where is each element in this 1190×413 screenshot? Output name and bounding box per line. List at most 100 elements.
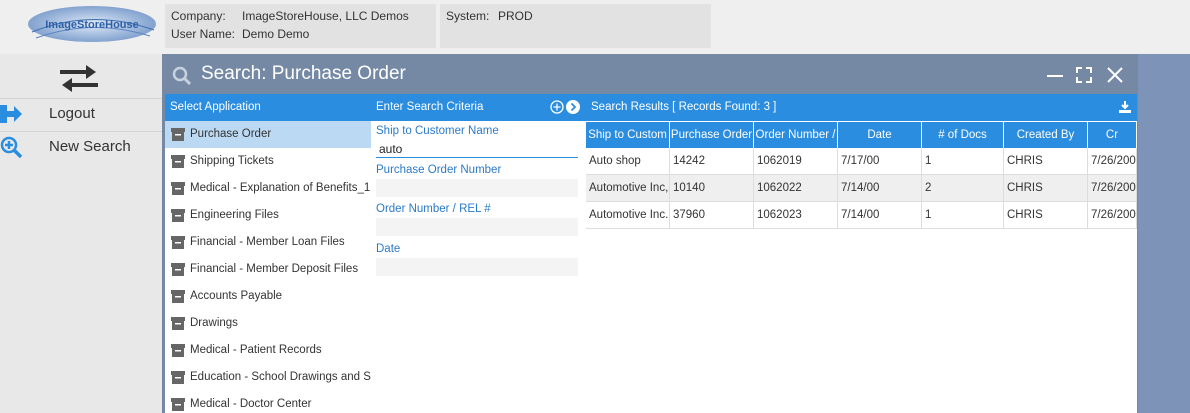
results-table-cell[interactable]: Automotive Inc. [586,202,670,229]
results-table-cell[interactable]: CHRIS [1004,175,1088,202]
results-table-cell[interactable]: CHRIS [1004,148,1088,175]
search-results-header: Search Results [ Records Found: 3 ] [586,94,1137,121]
system-value: PROD [498,9,533,23]
results-table-cell[interactable]: 10140 [670,175,754,202]
search-icon [172,66,192,86]
archive-box-icon [171,209,185,222]
application-list-item[interactable]: Shipping Tickets [165,148,371,175]
application-list-item[interactable]: Accounts Payable [165,283,371,310]
application-list-item[interactable]: Medical - Doctor Center [165,391,371,413]
purchase-order-number-input[interactable] [376,179,578,197]
search-results-panel: Search Results [ Records Found: 3 ] Ship… [586,94,1137,413]
archive-box-icon [171,398,185,411]
results-table-cell[interactable]: 1 [922,148,1004,175]
archive-box-icon [171,128,185,141]
purchase-order-number-label: Purchase Order Number [376,164,502,176]
results-table-cell[interactable]: 14242 [670,148,754,175]
results-table-cell[interactable]: 1 [922,202,1004,229]
archive-box-icon [171,236,185,249]
application-list-item[interactable]: Financial - Member Deposit Files [165,256,371,283]
application-name: Drawings [190,317,238,329]
archive-box-icon [171,182,185,195]
company-value: ImageStoreHouse, LLC Demos [242,9,409,23]
results-table-cell[interactable]: Automotive Inc, [586,175,670,202]
results-table-cell[interactable]: 2 [922,175,1004,202]
archive-box-icon [171,290,185,303]
archive-box-icon [171,317,185,330]
results-column-header[interactable]: Order Number / [754,122,838,148]
results-table-cell[interactable]: 37960 [670,202,754,229]
archive-box-icon [171,263,185,276]
results-column-header[interactable]: Date [838,122,922,148]
search-criteria-title: Enter Search Criteria [376,101,484,113]
results-column-header[interactable]: Purchase Order [670,122,754,148]
background-strip [1138,54,1190,413]
application-name: Shipping Tickets [190,155,274,167]
results-table-cell[interactable]: 7/14/00 [838,175,922,202]
run-search-icon[interactable] [566,100,580,117]
download-icon[interactable] [1118,100,1132,117]
results-table-cell[interactable]: 7/26/2000 [1088,148,1137,175]
date-input[interactable] [376,258,578,276]
results-table-cell[interactable]: 7/26/2000 [1088,202,1137,229]
results-table-cell[interactable]: 7/14/00 [838,202,922,229]
close-icon[interactable] [1104,64,1126,86]
archive-box-icon [171,344,185,357]
application-name: Accounts Payable [190,290,283,302]
date-label: Date [376,243,401,255]
order-number-input[interactable] [376,218,578,236]
results-column-header[interactable]: # of Docs [922,122,1004,148]
order-number-label: Order Number / REL # [376,203,491,215]
application-list-item[interactable]: Purchase Order [165,121,371,148]
swap-arrows-icon[interactable] [56,62,102,94]
application-name: Purchase Order [190,128,272,140]
results-table-cell[interactable]: 1062022 [754,175,838,202]
application-list-item[interactable]: Financial - Member Loan Files [165,229,371,256]
results-table-cell[interactable]: 7/17/00 [838,148,922,175]
select-application-panel: Select Application Purchase Order Shippin… [165,94,371,413]
dialog-title: Search: Purchase Order [201,63,406,84]
logout-label: Logout [49,105,95,122]
maximize-icon[interactable] [1073,64,1095,86]
results-table-cell[interactable]: 1062019 [754,148,838,175]
results-table-cell[interactable]: Auto shop [586,148,670,175]
results-table-cell[interactable]: 1062023 [754,202,838,229]
application-list-item[interactable]: Medical - Explanation of Benefits_1 [165,175,371,202]
application-name: Medical - Explanation of Benefits_1 [190,182,371,194]
svg-text:ImageStoreHouse: ImageStoreHouse [45,19,139,31]
application-name: Financial - Member Loan Files [190,236,345,248]
application-list-item[interactable]: Engineering Files [165,202,371,229]
user-name-value: Demo Demo [242,27,310,41]
results-column-header[interactable]: Created By [1004,122,1088,148]
company-info-panel: Company: ImageStoreHouse, LLC Demos User… [165,4,436,48]
system-label: System: [446,9,490,23]
add-criteria-icon[interactable] [550,100,564,117]
new-search-label: New Search [49,138,131,155]
results-column-header[interactable]: Ship to Custom [586,122,670,148]
user-name-label: User Name: [171,27,236,41]
results-column-header[interactable]: Cr [1088,122,1137,148]
application-name: Medical - Doctor Center [190,398,312,410]
application-list-item[interactable]: Education - School Drawings and Site [165,364,371,391]
ship-to-customer-input[interactable] [376,140,578,158]
logout-button[interactable]: Logout [0,98,162,128]
application-list-item[interactable]: Drawings [165,310,371,337]
top-header: ImageStoreHouse Company: ImageStoreHouse… [0,0,1190,54]
ship-to-customer-label: Ship to Customer Name [376,125,499,137]
new-search-button[interactable]: New Search [0,131,162,161]
results-table-cell[interactable]: 7/26/2000 [1088,175,1137,202]
system-info-panel: System: PROD [440,4,711,48]
application-name: Medical - Patient Records [190,344,322,356]
archive-box-icon [171,155,185,168]
minimize-icon[interactable] [1044,64,1066,86]
logout-icon [0,103,24,125]
application-name: Financial - Member Deposit Files [190,263,359,275]
search-criteria-panel: Enter Search Criteria Ship to Customer N… [371,94,586,413]
archive-box-icon [171,371,185,384]
application-list-item[interactable]: Medical - Patient Records [165,337,371,364]
left-navigation: Logout New Search [0,54,162,413]
select-application-header: Select Application [165,94,371,121]
search-results-title: Search Results [ Records Found: 3 ] [591,101,777,113]
results-table-cell[interactable]: CHRIS [1004,202,1088,229]
zoom-in-icon [0,136,24,159]
